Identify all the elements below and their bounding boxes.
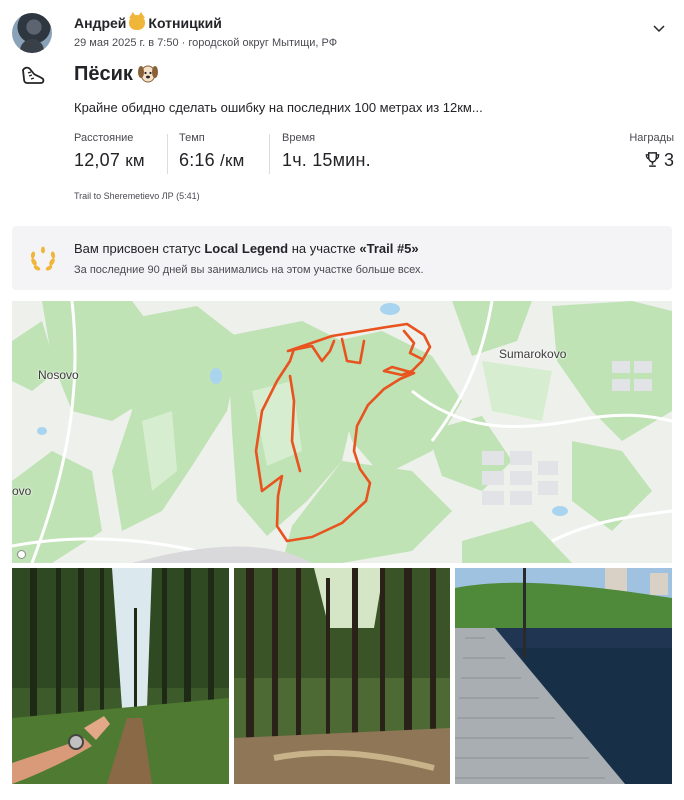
stat-divider <box>167 134 168 174</box>
stat-divider <box>269 134 270 174</box>
awards-stat[interactable]: Награды 3 <box>612 132 674 171</box>
stat-value: 6:16 /км <box>179 150 245 171</box>
activity-header: Андрей Котницкий 29 мая 2025 г. в 7:50 · … <box>0 0 684 60</box>
running-shoe-icon <box>22 66 45 84</box>
local-legend-card[interactable]: Вам присвоен статус Local Legend на учас… <box>12 226 672 290</box>
activity-photo-1[interactable] <box>12 568 229 784</box>
legend-status: Local Legend <box>204 241 289 256</box>
athlete-name[interactable]: Андрей Котницкий <box>74 12 222 31</box>
activity-title[interactable]: Пёсик <box>74 63 159 86</box>
stat-unit: км <box>125 151 145 170</box>
map-label-sumarokovo: Sumarokovo <box>499 347 567 361</box>
activity-datetime: 29 мая 2025 г. в 7:50 <box>74 37 179 49</box>
pine-forest-photo <box>234 568 450 784</box>
stat-label: Время <box>282 132 316 144</box>
stat-number: 12,07 <box>74 150 121 170</box>
forest-path-hand-watch-photo <box>12 568 229 784</box>
map-canvas <box>12 301 672 563</box>
activity-meta: 29 мая 2025 г. в 7:50 · городской округ … <box>74 37 337 49</box>
stat-unit: /км <box>220 151 245 170</box>
cat-face-icon <box>129 12 146 30</box>
awards-value: 3 <box>612 150 674 171</box>
stat-pace: Темп 6:16 /км <box>179 132 245 176</box>
dog-face-icon <box>137 65 158 83</box>
avatar[interactable] <box>12 13 52 53</box>
map-attribution-icon[interactable] <box>17 550 26 559</box>
map-label-nosovo: Nosovo <box>38 368 79 382</box>
local-legend-subtitle: За последние 90 дней вы занимались на эт… <box>74 264 424 276</box>
map-label-edge: ovo <box>12 484 32 498</box>
legend-segment-name: «Trail #5» <box>359 241 419 256</box>
activity-photo-2[interactable] <box>234 568 450 784</box>
athlete-last-name: Котницкий <box>148 15 222 31</box>
stat-distance: Расстояние 12,07 км <box>74 132 145 176</box>
activity-photo-3[interactable] <box>455 568 672 784</box>
awards-label: Награды <box>629 132 674 144</box>
activity-description: Крайне обидно сделать ошибку на последни… <box>74 100 483 115</box>
local-legend-title: Вам присвоен статус Local Legend на учас… <box>74 241 419 256</box>
stat-value: 12,07 км <box>74 150 145 171</box>
boardwalk-pond-photo <box>455 568 672 784</box>
stat-label: Расстояние <box>74 132 134 144</box>
chevron-down-icon[interactable] <box>651 20 667 36</box>
stat-time: Время 1ч. 15мин. <box>282 132 371 176</box>
awards-count: 3 <box>663 150 674 170</box>
laurel-wreath-icon <box>30 246 56 271</box>
legend-text: на участке <box>288 241 360 256</box>
meta-separator: · <box>181 37 186 49</box>
legend-text: Вам присвоен статус <box>74 241 205 256</box>
activity-title-text: Пёсик <box>74 63 133 85</box>
athlete-first-name: Андрей <box>74 15 127 31</box>
route-map[interactable]: Nosovo Sumarokovo ovo <box>12 301 672 563</box>
activity-location: городской округ Мытищи, РФ <box>188 37 338 49</box>
stat-number: 6:16 <box>179 150 215 170</box>
stat-value: 1ч. 15мин. <box>282 150 371 170</box>
segment-achievement[interactable]: Trail to Sheremetievo ЛР (5:41) <box>74 191 200 201</box>
trophy-icon <box>645 152 660 167</box>
stat-label: Темп <box>179 132 205 144</box>
